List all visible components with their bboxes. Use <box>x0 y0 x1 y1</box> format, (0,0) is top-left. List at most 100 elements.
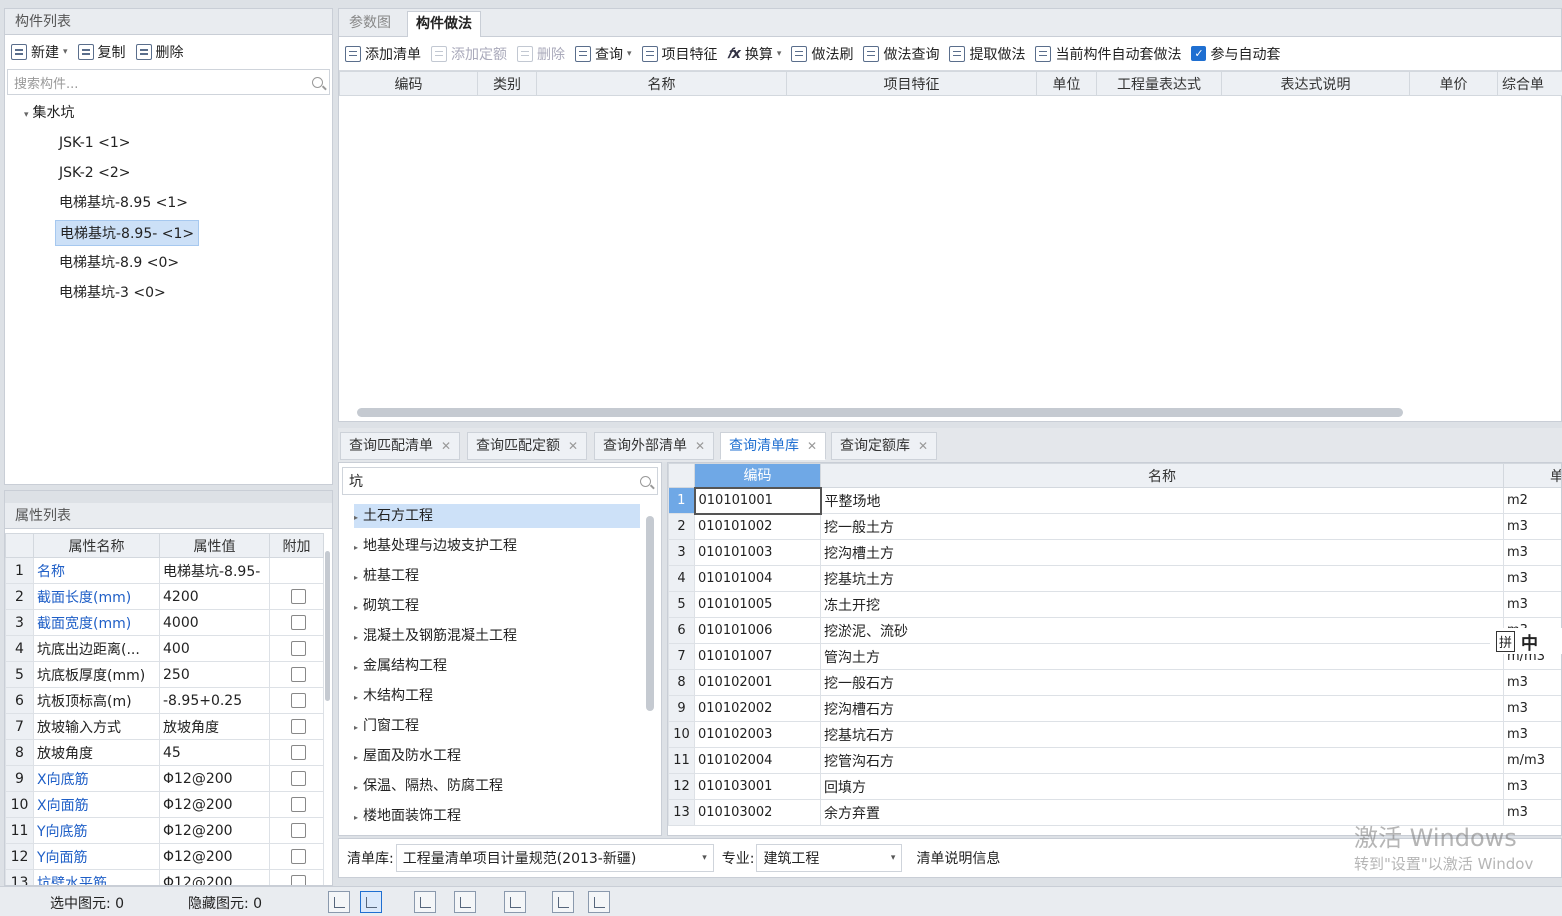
category-item[interactable]: ▸ 桩基工程 <box>354 564 419 588</box>
layer-icon[interactable] <box>552 891 574 913</box>
horizontal-scrollbar[interactable] <box>357 408 1403 417</box>
item-feature-button[interactable]: 项目特征 <box>641 44 718 64</box>
table-row[interactable]: 4 坑底出边距离(... 400 <box>5 635 324 662</box>
tab-external-list[interactable]: 查询外部清单 ✕ <box>594 432 715 460</box>
extra-checkbox[interactable] <box>290 849 306 864</box>
tree-item-selected[interactable]: 电梯基坑-8.95- <1> <box>55 220 200 246</box>
close-icon[interactable]: ✕ <box>568 439 578 453</box>
table-row[interactable]: 1 010101001 平整场地 m2 <box>668 486 1561 515</box>
table-row[interactable]: 5 010101005 冻土开挖 m3 <box>668 591 1561 618</box>
component-search-input[interactable]: 搜索构件... <box>7 69 330 95</box>
extra-checkbox[interactable] <box>290 667 306 682</box>
delete-button[interactable]: 删除 <box>135 42 184 62</box>
offset-icon[interactable] <box>504 891 526 913</box>
tab-quota-library[interactable]: 查询定额库 ✕ <box>831 432 938 460</box>
chevron-down-icon[interactable]: ▾ <box>777 49 782 59</box>
chevron-down-icon[interactable]: ▾ <box>63 47 68 57</box>
angle-icon[interactable] <box>454 891 476 913</box>
copy-button[interactable]: 复制 <box>77 42 126 62</box>
extra-checkbox[interactable] <box>290 797 306 812</box>
extra-checkbox[interactable] <box>290 875 306 885</box>
table-row[interactable]: 12 Y向面筋 Φ12@200 <box>5 843 324 870</box>
table-row[interactable]: 1 名称 电梯基坑-8.95- <box>5 557 324 584</box>
ime-chinese[interactable]: 中 <box>1521 629 1538 654</box>
table-row[interactable]: 3 010101003 挖沟槽土方 m3 <box>668 539 1561 566</box>
select-box-icon[interactable] <box>360 891 382 913</box>
extract-method-button[interactable]: 提取做法 <box>949 44 1025 64</box>
category-item[interactable]: ▸ 楼地面装饰工程 <box>354 804 461 828</box>
list-info-link[interactable]: 清单说明信息 <box>916 848 1000 868</box>
tab-list-library[interactable]: 查询清单库 ✕ <box>720 432 827 460</box>
table-row[interactable]: 9 X向底筋 Φ12@200 <box>5 765 324 792</box>
tab-match-quota[interactable]: 查询匹配定额 ✕ <box>467 432 588 460</box>
category-item[interactable]: ▸ 金属结构工程 <box>354 654 447 678</box>
tree-root-sump[interactable]: ▾ 集水坑 <box>20 100 79 126</box>
method-brush-button[interactable]: 做法刷 <box>791 44 853 64</box>
category-item[interactable]: ▸ 混凝土及钢筋混凝土工程 <box>354 624 517 648</box>
table-row[interactable]: 10 X向面筋 Φ12@200 <box>5 791 324 818</box>
tab-params[interactable]: 参数图 <box>341 11 399 37</box>
convert-button[interactable]: 𝑓x 换算 ▾ <box>728 44 782 64</box>
table-row[interactable]: 2 010101002 挖一般土方 m3 <box>668 513 1561 540</box>
tree-item[interactable]: 电梯基坑-3 <0> <box>55 280 170 306</box>
extra-checkbox[interactable] <box>290 589 306 604</box>
tree-item[interactable]: 电梯基坑-8.95 <1> <box>55 190 192 216</box>
add-list-button[interactable]: 添加清单 <box>345 44 421 64</box>
table-row[interactable]: 6010101006挖淤泥、流砂m3 <box>668 617 1561 644</box>
extra-checkbox[interactable] <box>290 745 306 760</box>
category-item[interactable]: ▸ 地基处理与边坡支护工程 <box>354 534 517 558</box>
close-icon[interactable]: ✕ <box>918 439 928 453</box>
library-search-input[interactable]: 坑 <box>342 467 658 495</box>
table-row[interactable]: 5 坑底板厚度(mm) 250 <box>5 661 324 688</box>
category-item[interactable]: ▸ 木结构工程 <box>354 684 433 708</box>
close-icon[interactable]: ✕ <box>807 439 817 453</box>
add-quota-button[interactable]: 添加定额 <box>431 44 507 64</box>
extra-checkbox[interactable] <box>290 771 306 786</box>
category-item[interactable]: ▸ 土石方工程 <box>354 504 640 528</box>
arc-icon[interactable] <box>588 891 610 913</box>
tree-item[interactable]: JSK-2 <2> <box>55 160 135 186</box>
table-row[interactable]: 11 010102004 挖管沟石方 m/m3 <box>668 747 1561 774</box>
tree-collapse-icon[interactable]: ▾ <box>24 110 29 120</box>
query-button[interactable]: 查询 ▾ <box>575 44 632 64</box>
table-row[interactable]: 6 坑板顶标高(m) -8.95+0.25 <box>5 687 324 714</box>
table-row[interactable]: 7 010101007 管沟土方 m/m3 <box>668 643 1561 670</box>
checkbox-checked-icon[interactable]: ✓ <box>1191 46 1207 61</box>
cross-icon[interactable] <box>414 891 436 913</box>
table-row[interactable]: 9 010102002 挖沟槽石方 m3 <box>668 695 1561 722</box>
table-row[interactable]: 13 坑壁水平筋 Φ12@200 <box>5 869 324 885</box>
tree-item[interactable]: 电梯基坑-8.9 <0> <box>55 250 183 276</box>
category-item[interactable]: ▸ 屋面及防水工程 <box>354 744 461 768</box>
corner-snap-icon[interactable] <box>328 891 350 913</box>
close-icon[interactable]: ✕ <box>441 439 451 453</box>
extra-checkbox[interactable] <box>290 823 306 838</box>
category-item[interactable]: ▸ 砌筑工程 <box>354 594 419 618</box>
extra-checkbox[interactable] <box>290 693 306 708</box>
table-row[interactable]: 10 010102003 挖基坑石方 m3 <box>668 721 1561 748</box>
method-query-button[interactable]: 做法查询 <box>863 44 939 64</box>
list-library-select[interactable]: 工程量清单项目计量规范(2013-新疆) ▾ <box>395 844 714 872</box>
auto-apply-checkbox[interactable]: ✓ 参与自动套 <box>1191 44 1280 64</box>
table-row[interactable]: 12 010103001 回填方 m3 <box>668 773 1561 800</box>
category-scrollbar[interactable] <box>646 516 654 711</box>
table-row[interactable]: 11 Y向底筋 Φ12@200 <box>5 817 324 844</box>
table-row[interactable]: 8 放坡角度 45 <box>5 739 324 766</box>
table-row[interactable]: 3 截面宽度(mm) 4000 <box>5 609 324 636</box>
new-button[interactable]: 新建 ▾ <box>11 42 68 62</box>
extra-checkbox[interactable] <box>290 615 306 630</box>
category-item[interactable]: ▸ 门窗工程 <box>354 714 419 738</box>
tree-item[interactable]: JSK-1 <1> <box>55 130 135 156</box>
extra-checkbox[interactable] <box>290 719 306 734</box>
table-row[interactable]: 2 截面长度(mm) 4200 <box>5 583 324 610</box>
tab-match-list[interactable]: 查询匹配清单 ✕ <box>340 432 461 460</box>
extra-checkbox[interactable] <box>290 641 306 656</box>
category-item[interactable]: ▸ 保温、隔热、防腐工程 <box>354 774 503 798</box>
major-select[interactable]: 建筑工程 ▾ <box>756 844 903 872</box>
ime-indicator[interactable]: 拼 中 <box>1490 628 1562 654</box>
table-row[interactable]: 8 010102001 挖一般石方 m3 <box>668 669 1561 696</box>
close-icon[interactable]: ✕ <box>695 439 705 453</box>
auto-apply-current-button[interactable]: 当前构件自动套做法 <box>1035 44 1181 64</box>
table-row[interactable]: 4 010101004 挖基坑土方 m3 <box>668 565 1561 592</box>
chevron-down-icon[interactable]: ▾ <box>627 49 632 59</box>
tab-method[interactable]: 构件做法 <box>407 11 481 37</box>
